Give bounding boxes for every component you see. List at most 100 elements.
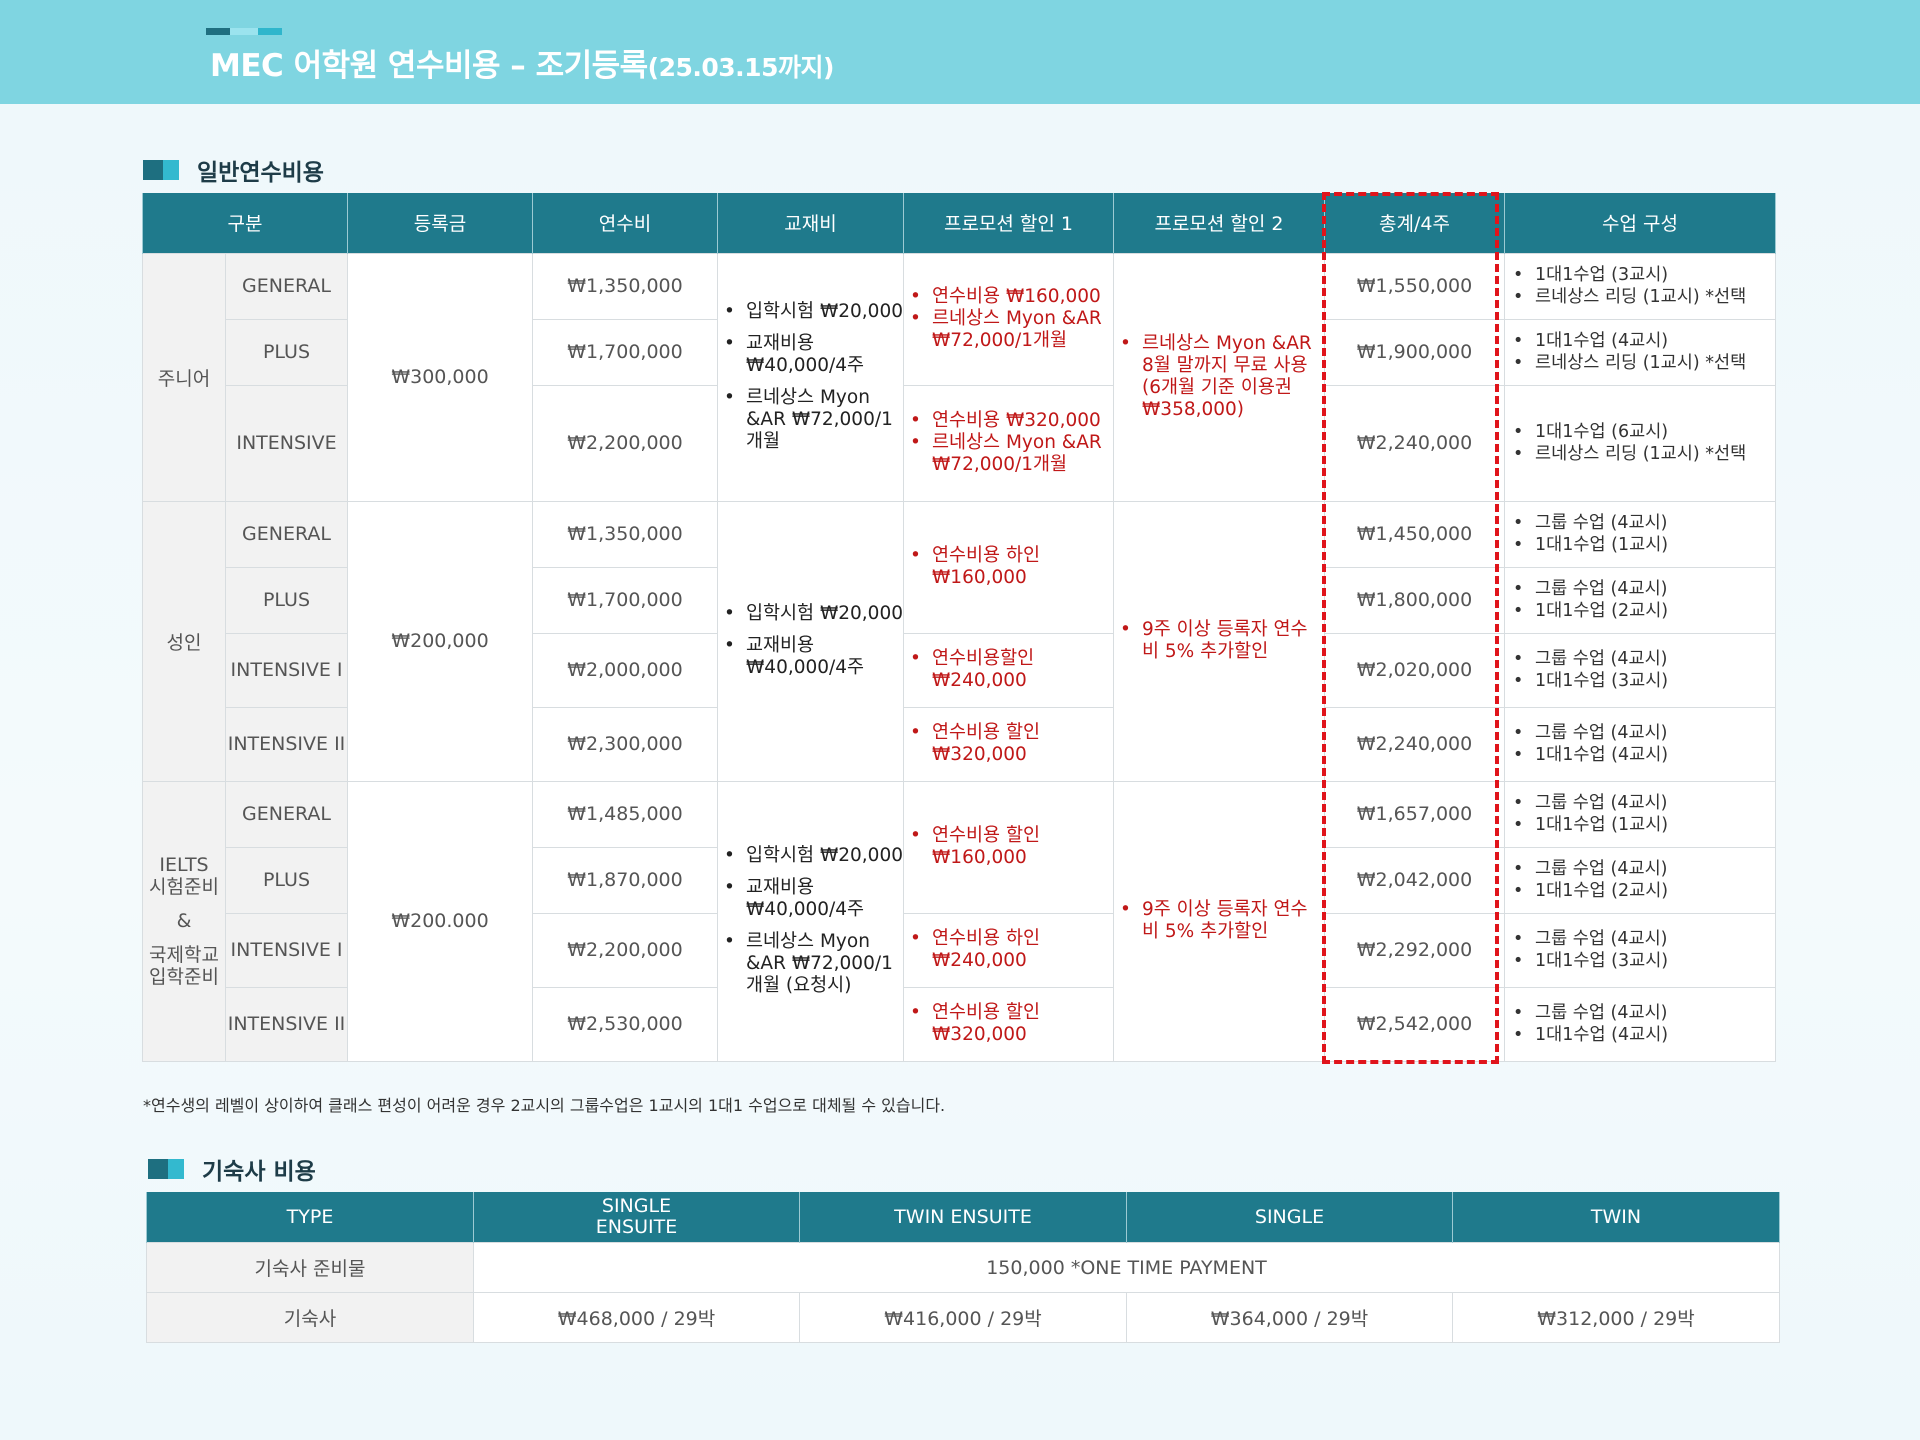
list-item: 르네상스 Myon &AR ₩72,000/1개월 xyxy=(910,432,1113,476)
classes-cell: 그룹 수업 (4교시)1대1수업 (3교시) xyxy=(1504,912,1776,988)
books-cell: 입학시험 ₩20,000 교재비용 ₩40,000/4주르네상스 Myon &AR… xyxy=(717,252,904,502)
total-cell: ₩2,020,000 xyxy=(1324,632,1505,708)
row-label: 기숙사 준비물 xyxy=(146,1242,474,1293)
list-item: 그룹 수업 (4교시) xyxy=(1513,578,1775,600)
level-cell: GENERAL xyxy=(225,252,348,320)
promo1-cell: 연수비용 할인 ₩320,000 xyxy=(903,986,1114,1062)
list-item: 르네상스 리딩 (1교시) *선택 xyxy=(1513,352,1775,374)
classes-cell: 그룹 수업 (4교시)1대1수업 (3교시) xyxy=(1504,632,1776,708)
list-item: 연수비용 ₩320,000 xyxy=(910,410,1113,432)
list-item: 1대1수업 (3교시) xyxy=(1513,670,1775,692)
table-row: 성인 GENERAL ₩200,000 ₩1,350,000 입학시험 ₩20,… xyxy=(142,500,1776,782)
col-header: 교재비 xyxy=(717,193,904,253)
list-item: 입학시험 ₩20,000 xyxy=(724,603,903,625)
list-item: 르네상스 Myon &AR ₩72,000/1개월 xyxy=(910,308,1113,352)
table-header-row: 구분 등록금 연수비 교재비 프로모션 할인 1 프로모션 할인 2 총계/4주… xyxy=(142,193,1776,253)
level-cell: INTENSIVE II xyxy=(225,706,348,782)
col-header: TYPE xyxy=(146,1192,474,1243)
list-item: 그룹 수업 (4교시) xyxy=(1513,648,1775,670)
list-item: 그룹 수업 (4교시) xyxy=(1513,1002,1775,1024)
list-item: 1대1수업 (3교시) xyxy=(1513,264,1775,286)
col-header: 등록금 xyxy=(347,193,533,253)
books-cell: 입학시험 ₩20,000 교재비용 ₩40,000/4주 xyxy=(717,500,904,782)
level-cell: INTENSIVE xyxy=(225,384,348,502)
list-item: 9주 이상 등록자 연수비 5% 추가할인 xyxy=(1120,899,1324,943)
promo1-cell: 연수비용 ₩320,000르네상스 Myon &AR ₩72,000/1개월 xyxy=(903,384,1114,502)
list-item: 1대1수업 (2교시) xyxy=(1513,600,1775,622)
total-cell: ₩1,900,000 xyxy=(1324,318,1505,386)
level-cell: GENERAL xyxy=(225,780,348,848)
total-cell: ₩1,657,000 xyxy=(1324,780,1505,848)
list-item: 입학시험 ₩20,000 xyxy=(724,301,903,323)
col-header: 프로모션 할인 2 xyxy=(1113,193,1325,253)
table-row: 기숙사 ₩468,000 / 29박 ₩416,000 / 29박 ₩364,0… xyxy=(146,1292,1780,1343)
list-item: 르네상스 Myon &AR ₩72,000/1개월 xyxy=(724,387,903,453)
list-item: 1대1수업 (4교시) xyxy=(1513,744,1775,766)
tuition-cell: ₩1,485,000 xyxy=(532,780,718,848)
level-cell: GENERAL xyxy=(225,500,348,568)
tuition-cell: ₩2,000,000 xyxy=(532,632,718,708)
total-cell: ₩2,240,000 xyxy=(1324,706,1505,782)
list-item: 교재비용 ₩40,000/4주 xyxy=(724,635,903,679)
level-cell: PLUS xyxy=(225,318,348,386)
table-row: 주니어 GENERAL ₩300,000 ₩1,350,000 입학시험 ₩20… xyxy=(142,252,1776,502)
category-cell: 주니어 xyxy=(142,252,226,502)
total-cell: ₩2,542,000 xyxy=(1324,986,1505,1062)
level-cell: PLUS xyxy=(225,566,348,634)
category-line: 국제학교 xyxy=(149,944,219,966)
table-row: IELTS 시험준비 & 국제학교 입학준비 GENERAL ₩200.000 … xyxy=(142,780,1776,1062)
category-cell: 성인 xyxy=(142,500,226,782)
col-header: SINGLE ENSUITE xyxy=(473,1192,800,1243)
list-item: 1대1수업 (6교시) xyxy=(1513,421,1775,443)
list-item: 연수비용 하인 ₩160,000 xyxy=(910,545,1113,589)
list-item: 1대1수업 (2교시) xyxy=(1513,880,1775,902)
col-header: SINGLE xyxy=(1126,1192,1453,1243)
level-cell: INTENSIVE II xyxy=(225,986,348,1062)
section-marker-icon xyxy=(143,160,179,180)
section-title-tuition: 일반연수비용 xyxy=(143,153,324,187)
list-item: 연수비용 할인 ₩320,000 xyxy=(910,722,1113,766)
col-header: 총계/4주 xyxy=(1324,193,1505,253)
classes-cell: 그룹 수업 (4교시)1대1수업 (4교시) xyxy=(1504,706,1776,782)
list-item: 연수비용 ₩160,000 xyxy=(910,286,1113,308)
list-item: 르네상스 리딩 (1교시) *선택 xyxy=(1513,286,1775,308)
category-line: & xyxy=(176,910,192,932)
promo2-cell: 르네상스 Myon &AR 8월 말까지 무료 사용 (6개월 기준 이용권 ₩… xyxy=(1113,252,1325,502)
tuition-table: 구분 등록금 연수비 교재비 프로모션 할인 1 프로모션 할인 2 총계/4주… xyxy=(142,193,1776,1062)
list-item: 연수비용할인 ₩240,000 xyxy=(910,648,1113,692)
tuition-cell: ₩2,200,000 xyxy=(532,912,718,988)
classes-cell: 1대1수업 (3교시)르네상스 리딩 (1교시) *선택 xyxy=(1504,252,1776,320)
registration-cell: ₩200.000 xyxy=(347,780,533,1062)
category-cell: IELTS 시험준비 & 국제학교 입학준비 xyxy=(142,780,226,1062)
list-item: 1대1수업 (4교시) xyxy=(1513,1024,1775,1046)
prep-value-cell: 150,000 *ONE TIME PAYMENT xyxy=(473,1242,1780,1293)
promo1-cell: 연수비용 ₩160,000르네상스 Myon &AR ₩72,000/1개월 xyxy=(903,252,1114,386)
tuition-cell: ₩1,870,000 xyxy=(532,846,718,914)
col-header: TWIN ENSUITE xyxy=(799,1192,1127,1243)
classes-cell: 그룹 수업 (4교시)1대1수업 (2교시) xyxy=(1504,566,1776,634)
list-item: 연수비용 할인 ₩160,000 xyxy=(910,825,1113,869)
list-item: 연수비용 할인 ₩320,000 xyxy=(910,1002,1113,1046)
col-header: 수업 구성 xyxy=(1504,193,1776,253)
col-header: TWIN xyxy=(1452,1192,1780,1243)
level-cell: PLUS xyxy=(225,846,348,914)
page-title-date: (25.03.15까지) xyxy=(647,53,835,82)
list-item: 그룹 수업 (4교시) xyxy=(1513,512,1775,534)
promo1-cell: 연수비용 하인 ₩160,000 xyxy=(903,500,1114,634)
total-cell: ₩1,450,000 xyxy=(1324,500,1505,568)
total-cell: ₩2,240,000 xyxy=(1324,384,1505,502)
list-item: 1대1수업 (4교시) xyxy=(1513,330,1775,352)
list-item: 1대1수업 (1교시) xyxy=(1513,534,1775,556)
row-label: 기숙사 xyxy=(146,1292,474,1343)
promo2-cell: 9주 이상 등록자 연수비 5% 추가할인 xyxy=(1113,780,1325,1062)
classes-cell: 그룹 수업 (4교시)1대1수업 (1교시) xyxy=(1504,500,1776,568)
list-item: 그룹 수업 (4교시) xyxy=(1513,928,1775,950)
list-item: 입학시험 ₩20,000 xyxy=(724,845,903,867)
promo1-cell: 연수비용 할인 ₩160,000 xyxy=(903,780,1114,914)
classes-cell: 1대1수업 (4교시)르네상스 리딩 (1교시) *선택 xyxy=(1504,318,1776,386)
price-cell: ₩416,000 / 29박 xyxy=(799,1292,1127,1343)
total-cell: ₩1,550,000 xyxy=(1324,252,1505,320)
table-header-row: TYPE SINGLE ENSUITE TWIN ENSUITE SINGLE … xyxy=(146,1192,1780,1243)
price-cell: ₩312,000 / 29박 xyxy=(1452,1292,1780,1343)
books-cell: 입학시험 ₩20,000 교재비용 ₩40,000/4주르네상스 Myon &AR… xyxy=(717,780,904,1062)
